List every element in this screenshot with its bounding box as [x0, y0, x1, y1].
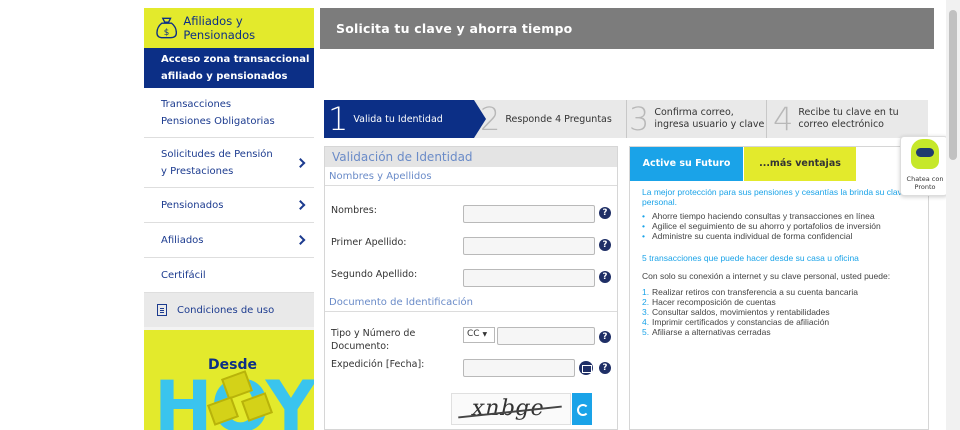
help-icon[interactable]: ?	[599, 271, 611, 283]
info-lead: Con solo su conexión a internet y su cla…	[642, 271, 891, 281]
help-icon[interactable]: ?	[599, 239, 611, 251]
document-type-value: CC	[467, 329, 480, 339]
list-item: 3. Consultar saldos, movimientos y rentab…	[642, 307, 830, 317]
step-3: 3 Confirma correo, ingresa usuario y cla…	[626, 100, 770, 138]
conditions-link[interactable]: Condiciones de uso	[144, 293, 314, 327]
expedition-date-input[interactable]	[463, 359, 575, 377]
identity-form: Validación de Identidad Nombres y Apelli…	[324, 146, 618, 430]
segundo-apellido-input[interactable]	[463, 269, 595, 287]
info-panel: Active su Futuro ...más ventajas La mejo…	[629, 146, 929, 430]
info-body: La mejor protección para sus pensiones y…	[642, 187, 922, 337]
promo-banner[interactable]: Desde HOY	[144, 330, 314, 430]
scrollbar[interactable]	[946, 0, 960, 430]
sidebar-item-obligatorias[interactable]: Transacciones Pensiones Obligatorias	[144, 88, 314, 138]
label-expedicion: Expedición [Fecha]:	[331, 359, 425, 370]
list-item: 5. Afiliarse a alternativas cerradas	[642, 327, 771, 337]
sidebar-item-afiliados[interactable]: Afiliados	[144, 223, 314, 258]
benefits-list: Ahorre tiempo haciendo consultas y trans…	[642, 211, 922, 241]
step-label: Recibe tu clave en tu correo electrónico	[798, 107, 899, 130]
list-item: Agilice el seguimiento de su ahorro y po…	[642, 221, 922, 231]
tab-active-su-futuro[interactable]: Active su Futuro	[630, 147, 743, 181]
step-2: 2 Responde 4 Preguntas	[480, 100, 620, 138]
list-item: 2. Hacer recomposición de cuentas	[642, 297, 776, 307]
sidebar-item-label: Transacciones Pensiones Obligatorias	[161, 98, 275, 127]
chat-label: Chatea con Pronto	[906, 175, 944, 191]
primer-apellido-input[interactable]	[463, 237, 595, 255]
document-type-select[interactable]: CC ▼	[463, 327, 495, 343]
list-item-text: Hacer recomposición de cuentas	[652, 297, 776, 307]
nombres-input[interactable]	[463, 205, 595, 223]
list-item: Administre su cuenta individual de forma…	[642, 231, 922, 241]
step-label: Valida tu Identidad	[353, 113, 443, 125]
info-intro: La mejor protección para sus pensiones y…	[642, 187, 907, 207]
step-4: 4 Recibe tu clave en tu correo electróni…	[766, 100, 926, 138]
section-document-title: Documento de Identificación	[325, 293, 617, 312]
tab-mas-ventajas[interactable]: ...más ventajas	[744, 147, 856, 181]
help-icon[interactable]: ?	[599, 331, 611, 343]
refresh-captcha-button[interactable]	[572, 393, 592, 425]
list-item: Ahorre tiempo haciendo consultas y trans…	[642, 211, 922, 221]
sidebar-item-label: Pensionados	[161, 199, 224, 211]
page-title: Solicita tu clave y ahorra tiempo	[336, 21, 573, 36]
list-item-text: Afiliarse a alternativas cerradas	[652, 327, 771, 337]
label-segundo-apellido: Segundo Apellido:	[331, 269, 418, 280]
transactions-list: 1. Realizar retiros con transferencia a s…	[642, 287, 922, 337]
step-number: 3	[629, 100, 650, 138]
chevron-right-icon	[295, 157, 306, 168]
sidebar-item-transactional-zone[interactable]: Acceso zona transaccional afiliado y pen…	[144, 48, 314, 88]
help-icon[interactable]: ?	[599, 362, 611, 374]
page: $ Afiliados y Pensionados Acceso zona tr…	[0, 0, 960, 430]
step-number: 1	[328, 100, 349, 138]
chevron-right-icon	[295, 235, 306, 245]
sidebar-item-solicitudes[interactable]: Solicitudes de Pensión y Prestaciones	[144, 138, 314, 188]
form-title: Validación de Identidad	[325, 147, 617, 167]
chevron-right-icon	[295, 200, 306, 210]
step-label: Responde 4 Preguntas	[505, 113, 612, 125]
page-title-bar: Solicita tu clave y ahorra tiempo	[320, 8, 934, 49]
captcha-image: xnbge	[451, 393, 571, 425]
sidebar-item-pensionados[interactable]: Pensionados	[144, 188, 314, 223]
list-item-text: Imprimir certificados y constancias de a…	[652, 317, 830, 327]
sidebar-header-label: Afiliados y Pensionados	[183, 14, 256, 42]
step-label: Confirma correo, ingresa usuario y clave	[654, 107, 765, 130]
step-number: 2	[480, 100, 501, 138]
label-nombres: Nombres:	[331, 205, 377, 216]
document-number-input[interactable]	[497, 327, 595, 345]
document-icon	[157, 304, 167, 316]
list-item: 1. Realizar retiros con transferencia a s…	[642, 287, 858, 297]
list-item-text: Consultar saldos, movimientos y rentabil…	[652, 307, 830, 317]
svg-text:$: $	[164, 28, 170, 38]
chatbot-icon	[911, 139, 939, 169]
label-primer-apellido: Primer Apellido:	[331, 237, 407, 248]
step-number: 4	[773, 100, 794, 138]
caret-down-icon: ▼	[482, 331, 488, 338]
money-bag-icon: $	[156, 17, 178, 39]
conditions-label: Condiciones de uso	[177, 304, 275, 316]
sidebar-header[interactable]: $ Afiliados y Pensionados	[144, 8, 314, 48]
step-1: 1 Valida tu Identidad	[324, 100, 486, 138]
sidebar-item-certifacil[interactable]: Certifácil	[144, 258, 314, 293]
progress-steps: 1 Valida tu Identidad 2 Responde 4 Pregu…	[324, 100, 928, 138]
help-icon[interactable]: ?	[599, 207, 611, 219]
info-subtitle: 5 transacciones que puede hacer desde su…	[642, 253, 859, 263]
sidebar-item-label: Solicitudes de Pensión y Prestaciones	[161, 148, 273, 177]
chat-widget[interactable]: Chatea con Pronto	[900, 136, 948, 196]
sidebar-item-label: Afiliados	[161, 234, 204, 246]
label-tipo-documento: Tipo y Número de Documento:	[331, 328, 416, 352]
list-item-text: Realizar retiros con transferencia a su …	[652, 287, 858, 297]
list-item: 4. Imprimir certificados y constancias de…	[642, 317, 830, 327]
sidebar-item-label: Certifácil	[161, 269, 206, 281]
scrollbar-thumb[interactable]	[949, 10, 957, 160]
sidebar: $ Afiliados y Pensionados Acceso zona tr…	[144, 8, 314, 430]
calendar-icon[interactable]	[579, 361, 593, 375]
section-names-title: Nombres y Apellidos	[325, 167, 617, 186]
